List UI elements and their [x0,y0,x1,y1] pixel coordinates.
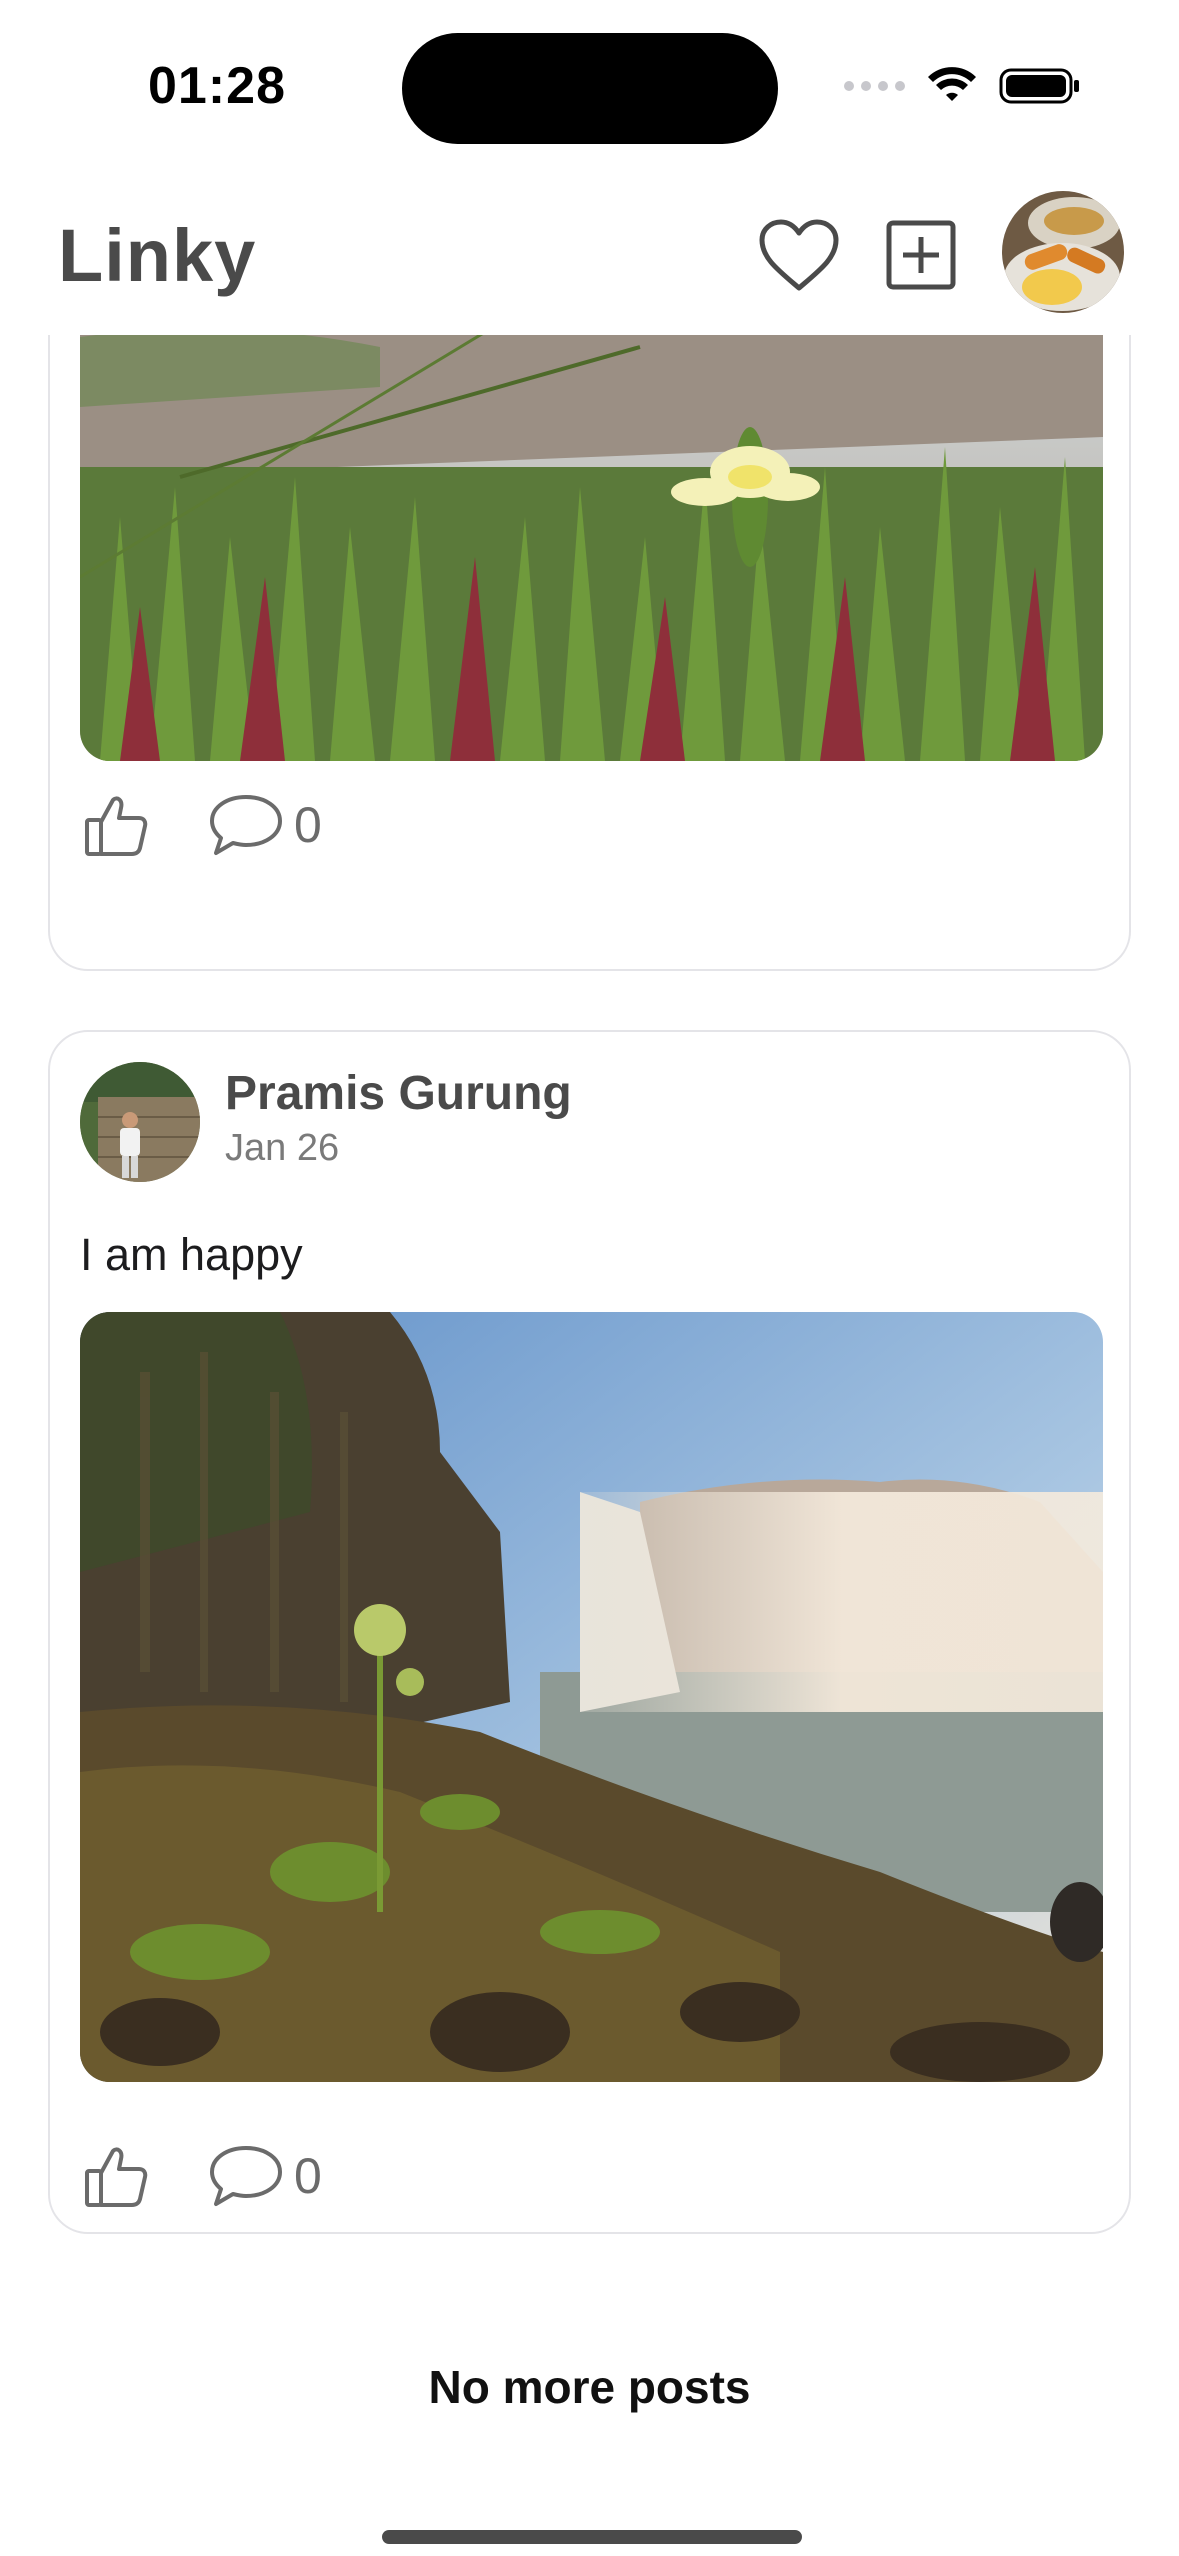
dynamic-island [402,33,778,144]
post-actions: 0 [80,789,322,861]
post-text: I am happy [80,1229,303,1280]
thumbs-up-icon [85,796,148,856]
person-photo [80,1062,200,1182]
speech-bubble-icon [210,2146,282,2206]
comment-button[interactable]: 0 [208,793,322,857]
wifi-icon [928,67,976,101]
post-feed[interactable]: 0 Pramis Gurung Jan 26 I am happy 0 No m… [0,335,1179,2556]
post-image[interactable] [80,335,1103,761]
app-screen: 01:28 Linky 0 Pramis Gurung Jan 26 I am … [0,0,1179,2556]
status-time: 01:28 [148,57,286,115]
like-button[interactable] [80,789,152,861]
post-actions: 0 [80,2140,322,2212]
succulent-photo [80,335,1103,761]
app-title: Linky [58,214,257,297]
post-image[interactable] [80,1312,1103,2082]
food-plate-photo [1002,191,1124,313]
profile-avatar[interactable] [1002,191,1124,313]
create-post-button[interactable] [879,213,963,297]
post-card: 0 [48,335,1131,971]
comment-count: 0 [294,2148,322,2204]
home-indicator[interactable] [382,2530,802,2544]
heart-icon [759,219,839,291]
status-bar: 01:28 [0,0,1179,170]
status-indicators [844,66,1081,106]
comment-button[interactable]: 0 [208,2144,322,2208]
post-date: Jan 26 [225,1127,340,1169]
favorites-button[interactable] [757,213,841,297]
comment-count: 0 [294,797,322,853]
like-button[interactable] [80,2140,152,2212]
author-name[interactable]: Pramis Gurung [225,1066,572,1121]
plus-square-icon [886,220,956,290]
app-header: Linky [0,175,1179,335]
cellular-signal-icon [844,81,905,91]
author-avatar[interactable] [80,1062,200,1182]
post-card: Pramis Gurung Jan 26 I am happy 0 [48,1030,1131,2234]
thumbs-up-icon [85,2147,148,2207]
waterfall-photo [80,1312,1103,2082]
feed-end-message: No more posts [428,2361,751,2413]
battery-icon [999,68,1079,104]
speech-bubble-icon [210,795,282,855]
